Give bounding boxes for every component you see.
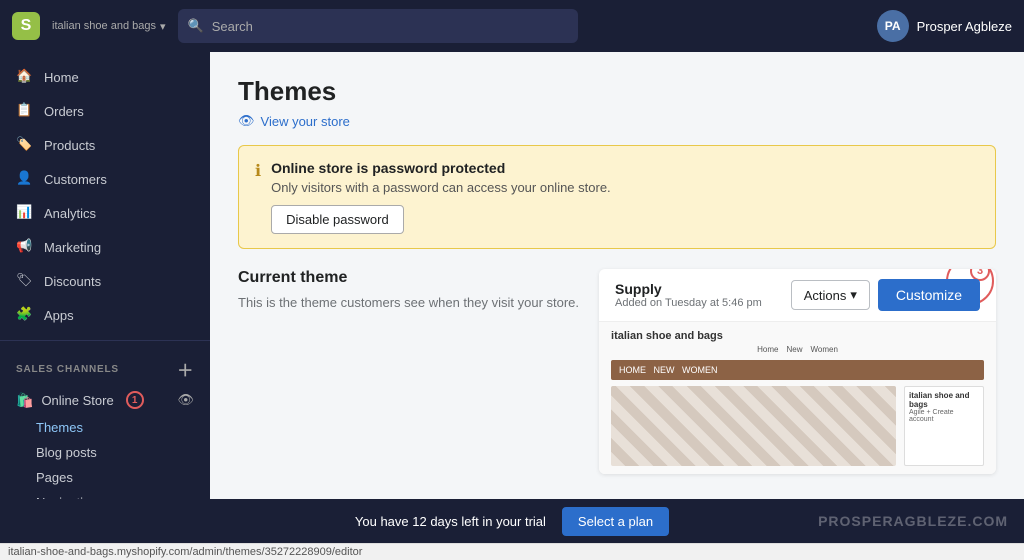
store-name-label: italian shoe and bags (52, 20, 156, 32)
theme-mockup: italian shoe and bags Home New Women HOM… (599, 322, 996, 474)
disable-password-button[interactable]: Disable password (271, 205, 404, 234)
topnav: S italian shoe and bags ▾ 🔍 Search PA Pr… (0, 0, 1024, 52)
theme-name: Supply (615, 281, 762, 297)
apps-icon: 🧩 (16, 306, 34, 324)
chevron-down-icon: ▾ (160, 20, 166, 33)
sidebar-label-apps: Apps (44, 308, 74, 323)
marketing-icon: 📢 (16, 238, 34, 256)
alert-description: Only visitors with a password can access… (271, 180, 611, 195)
current-theme-title: Current theme (238, 269, 579, 287)
actions-button[interactable]: Actions ▾ (791, 280, 870, 310)
customers-icon: 👤 (16, 170, 34, 188)
sidebar-item-online-store[interactable]: 🛍️ Online Store 1 👁 (0, 385, 210, 415)
theme-section: Current theme This is the theme customer… (238, 269, 996, 474)
eye-icon[interactable]: 👁 (177, 392, 194, 408)
search-bar[interactable]: 🔍 Search (178, 9, 578, 43)
theme-preview: Supply Added on Tuesday at 5:46 pm Actio… (599, 269, 996, 474)
sidebar-sub-themes[interactable]: Themes (0, 415, 210, 440)
sidebar-sub-pages[interactable]: Pages (0, 465, 210, 490)
sidebar-label-products: Products (44, 138, 95, 153)
url-text: italian-shoe-and-bags.myshopify.com/admi… (8, 546, 362, 558)
avatar: PA (877, 10, 909, 42)
trial-text: You have 12 days left in your trial (355, 514, 546, 529)
sidebar-label-orders: Orders (44, 104, 84, 119)
actions-label: Actions (804, 288, 847, 303)
mockup-nav: Home New Women (611, 345, 984, 354)
store-logo: S (12, 12, 40, 40)
online-store-badge: 1 (126, 391, 144, 409)
eye-link-icon: 👁 (238, 113, 255, 129)
nav-right: PA Prosper Agbleze (877, 10, 1012, 42)
mockup-topbar: HOME NEW WOMEN (611, 360, 984, 380)
mockup-nav-new: New (786, 345, 802, 354)
mockup-hero-image (611, 386, 896, 466)
sidebar-item-analytics[interactable]: 📊 Analytics (0, 196, 210, 230)
view-store-label: View your store (261, 114, 350, 129)
sidebar-label-customers: Customers (44, 172, 107, 187)
sidebar-item-discounts[interactable]: 🏷 Discounts (0, 264, 210, 298)
current-theme-desc: This is the theme customers see when the… (238, 293, 579, 313)
mockup-body: italian shoe and bags Agile + Create acc… (611, 386, 984, 466)
blog-posts-label: Blog posts (36, 445, 97, 460)
watermark: PROSPERAGBLEZE.COM (818, 513, 1008, 529)
mockup-right-panel: italian shoe and bags Agile + Create acc… (904, 386, 984, 466)
sidebar-item-marketing[interactable]: 📢 Marketing (0, 230, 210, 264)
theme-header-bar: Supply Added on Tuesday at 5:46 pm Actio… (599, 269, 996, 322)
view-store-link[interactable]: 👁 View your store (238, 113, 996, 129)
mockup-site-name: italian shoe and bags (611, 330, 984, 342)
mockup-topbar-text: HOME NEW WOMEN (619, 365, 718, 375)
sidebar-label-marketing: Marketing (44, 240, 101, 255)
mockup-nav-home: Home (757, 345, 778, 354)
alert-text: Online store is password protected Only … (271, 160, 611, 234)
bottom-bar: You have 12 days left in your trial Sele… (0, 499, 1024, 543)
sidebar-label-analytics: Analytics (44, 206, 96, 221)
online-store-label: Online Store (41, 393, 113, 408)
home-icon: 🏠 (16, 68, 34, 86)
mockup-right-text: Agile + Create account (909, 409, 979, 423)
sidebar-item-home[interactable]: 🏠 Home (0, 60, 210, 94)
products-icon: 🏷️ (16, 136, 34, 154)
page-title: Themes (238, 76, 996, 107)
mockup-right-title: italian shoe and bags (909, 391, 979, 409)
sidebar: 🏠 Home 📋 Orders 🏷️ Products 👤 Customers … (0, 52, 210, 499)
mockup-nav-women: Women (810, 345, 837, 354)
sales-channels-header: SALES CHANNELS ＋ (0, 349, 210, 385)
sidebar-item-customers[interactable]: 👤 Customers (0, 162, 210, 196)
actions-chevron-icon: ▾ (850, 287, 857, 303)
select-plan-button[interactable]: Select a plan (562, 507, 669, 536)
customize-button[interactable]: Customize (878, 279, 980, 311)
search-placeholder: Search (212, 19, 253, 34)
alert-icon: ℹ (255, 161, 261, 181)
orders-icon: 📋 (16, 102, 34, 120)
main-layout: 🏠 Home 📋 Orders 🏷️ Products 👤 Customers … (0, 52, 1024, 499)
sales-channels-label: SALES CHANNELS (16, 364, 119, 375)
alert-banner: ℹ Online store is password protected Onl… (238, 145, 996, 249)
themes-label: Themes (36, 420, 83, 435)
alert-title: Online store is password protected (271, 160, 611, 176)
sidebar-divider (0, 340, 210, 341)
analytics-icon: 📊 (16, 204, 34, 222)
online-store-icon: 🛍️ (16, 392, 33, 409)
theme-actions: Actions ▾ 3 Customize (791, 279, 980, 311)
user-name: Prosper Agbleze (917, 19, 1012, 34)
theme-added-date: Added on Tuesday at 5:46 pm (615, 297, 762, 309)
sidebar-label-home: Home (44, 70, 79, 85)
content-area: Themes 👁 View your store ℹ Online store … (210, 52, 1024, 499)
add-channel-icon[interactable]: ＋ (177, 357, 194, 381)
sidebar-item-apps[interactable]: 🧩 Apps (0, 298, 210, 332)
sidebar-sub-blog-posts[interactable]: Blog posts (0, 440, 210, 465)
customize-button-wrapper: 3 Customize (878, 279, 980, 311)
url-bar: italian-shoe-and-bags.myshopify.com/admi… (0, 543, 1024, 560)
pages-label: Pages (36, 470, 73, 485)
sidebar-label-discounts: Discounts (44, 274, 101, 289)
sidebar-item-products[interactable]: 🏷️ Products (0, 128, 210, 162)
discounts-icon: 🏷 (16, 272, 34, 290)
sidebar-sub-navigation[interactable]: Navigation (0, 490, 210, 499)
store-name-button[interactable]: italian shoe and bags ▾ (52, 20, 166, 33)
search-icon: 🔍 (188, 18, 204, 34)
sidebar-item-orders[interactable]: 📋 Orders (0, 94, 210, 128)
theme-name-group: Supply Added on Tuesday at 5:46 pm (615, 281, 762, 309)
online-store-left: 🛍️ Online Store 1 (16, 391, 144, 409)
theme-info: Current theme This is the theme customer… (238, 269, 579, 474)
